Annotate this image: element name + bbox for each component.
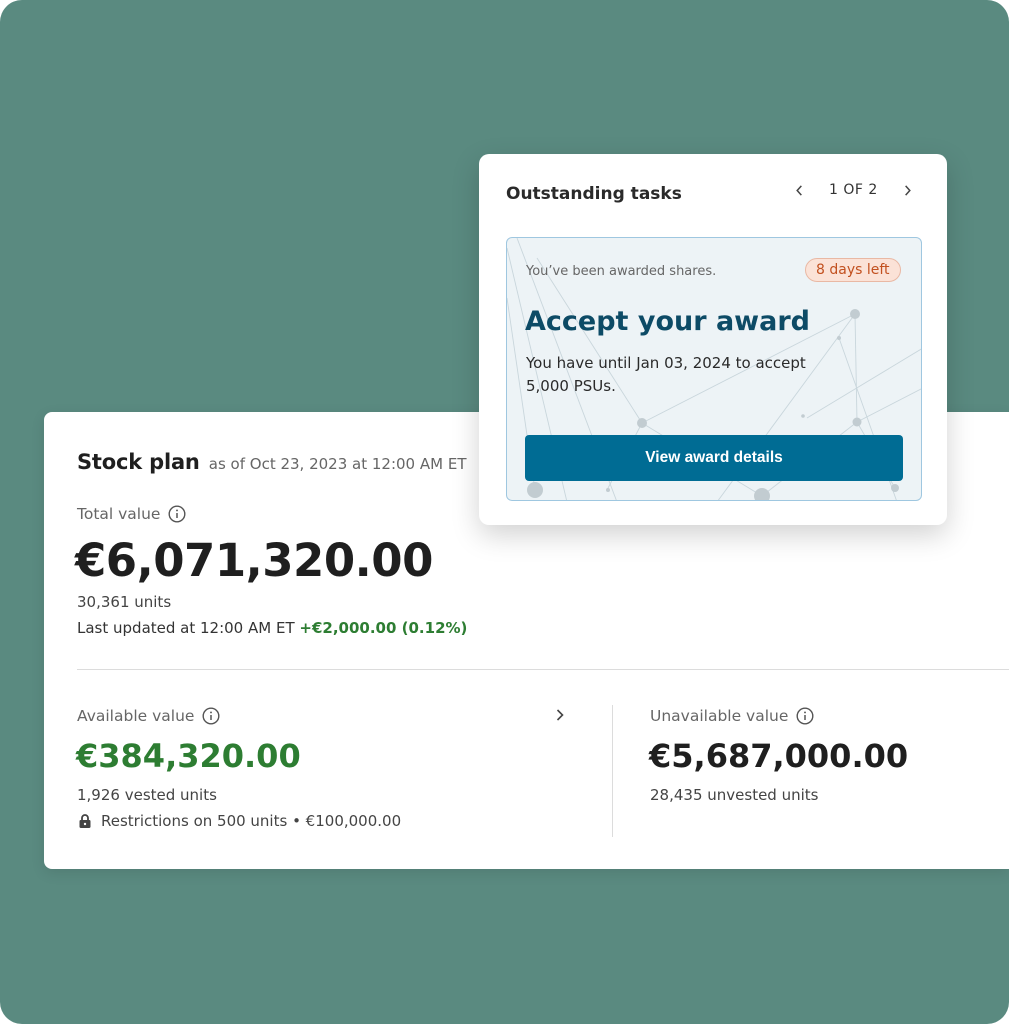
lock-icon [77, 813, 93, 829]
pager-status: 1 OF 2 [829, 182, 878, 198]
horizontal-divider [77, 669, 1009, 670]
page-background: Stock plan as of Oct 23, 2023 at 12:00 A… [0, 0, 1009, 1024]
restrictions-row: Restrictions on 500 units • €100,000.00 [77, 812, 401, 830]
available-value-amount: €384,320.00 [76, 737, 301, 775]
days-left-badge: 8 days left [805, 258, 901, 282]
unvested-units: 28,435 unvested units [650, 786, 819, 804]
stock-plan-header: Stock plan as of Oct 23, 2023 at 12:00 A… [77, 450, 466, 474]
award-description: You have until Jan 03, 2024 to accept 5,… [526, 354, 806, 395]
tasks-pager: 1 OF 2 [791, 182, 916, 198]
total-value-amount: €6,071,320.00 [75, 534, 433, 587]
available-value-section[interactable]: Available value €384,320.00 1,926 vested… [76, 707, 577, 830]
unavailable-value-amount: €5,687,000.00 [649, 737, 909, 775]
chevron-right-icon[interactable] [553, 707, 567, 721]
award-task-panel: You’ve been awarded shares. 8 days left … [506, 237, 922, 501]
available-value-label-row: Available value [77, 707, 577, 725]
vested-units: 1,926 vested units [77, 786, 217, 804]
stock-plan-title: Stock plan [77, 450, 200, 474]
award-intro-text: You’ve been awarded shares. [526, 264, 717, 279]
info-icon[interactable] [168, 505, 186, 523]
view-award-details-button[interactable]: View award details [525, 435, 903, 481]
outstanding-tasks-title: Outstanding tasks [506, 184, 682, 204]
total-value-label: Total value [77, 505, 161, 523]
last-updated-text: Last updated at 12:00 AM ET [77, 619, 295, 637]
available-value-label: Available value [77, 707, 195, 725]
chevron-left-icon[interactable] [791, 182, 807, 198]
info-icon[interactable] [796, 707, 814, 725]
chevron-right-icon[interactable] [900, 182, 916, 198]
unavailable-value-label-row: Unavailable value [650, 707, 990, 725]
award-title: Accept your award [525, 306, 810, 337]
total-value-label-row: Total value [77, 505, 186, 523]
value-change: +€2,000.00 (0.12%) [299, 619, 468, 637]
outstanding-tasks-card: Outstanding tasks 1 OF 2 You’ve been awa… [479, 154, 947, 525]
total-units: 30,361 units [77, 593, 172, 611]
unavailable-value-label: Unavailable value [650, 707, 789, 725]
unavailable-value-section: Unavailable value €5,687,000.00 28,435 u… [649, 707, 990, 804]
vertical-divider [612, 705, 613, 837]
stock-plan-as-of: as of Oct 23, 2023 at 12:00 AM ET [208, 455, 467, 473]
last-updated-row: Last updated at 12:00 AM ET +€2,000.00 (… [77, 619, 467, 637]
restrictions-text: Restrictions on 500 units • €100,000.00 [101, 812, 402, 830]
info-icon[interactable] [202, 707, 220, 725]
